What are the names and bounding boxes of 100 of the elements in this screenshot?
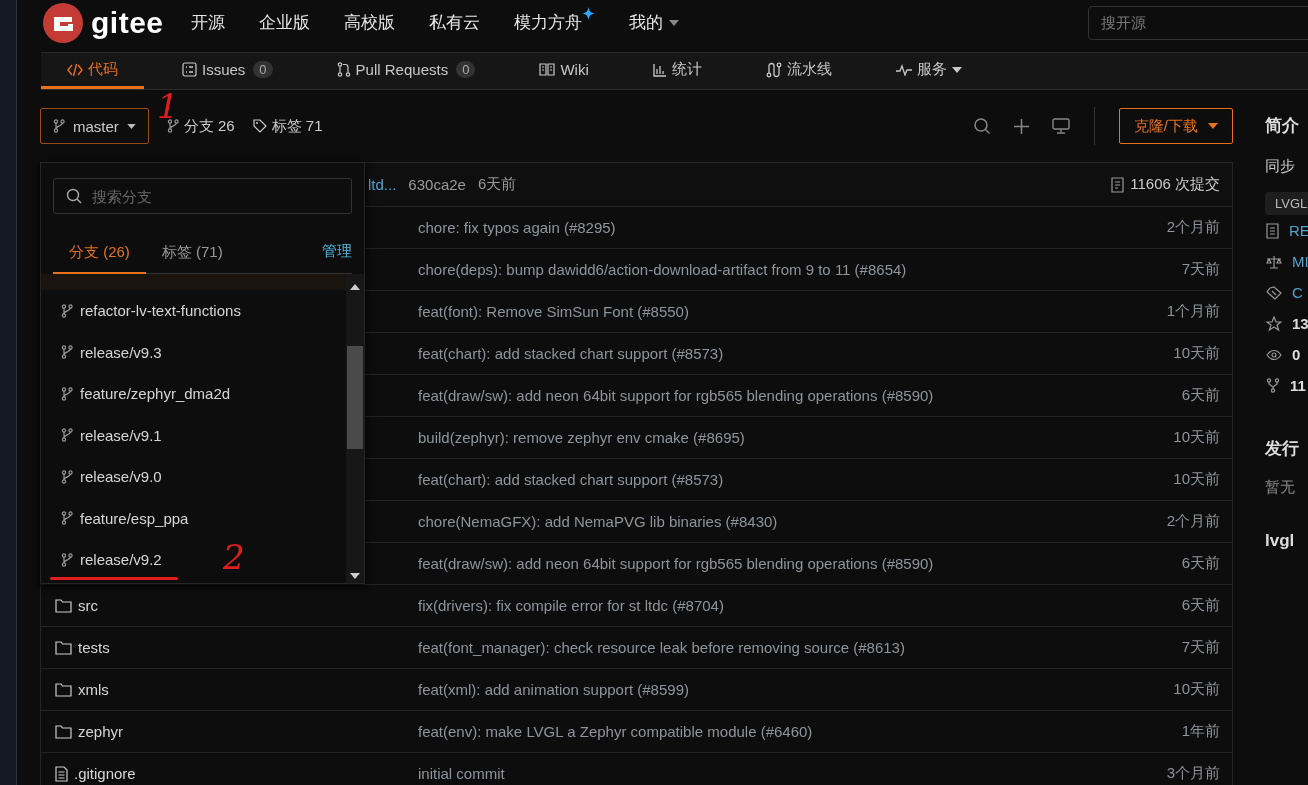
commit-message-link[interactable]: feat(env): make LVGL a Zephyr compatible module (#6460)	[418, 723, 813, 740]
repo-tab[interactable]: Wiki	[513, 53, 615, 89]
bar-chart-icon	[652, 62, 667, 77]
sidebar-link[interactable]: MI	[1292, 253, 1308, 270]
monitor-icon[interactable]	[1051, 118, 1070, 134]
branch-selector[interactable]: master	[40, 108, 149, 144]
search-field[interactable]: 搜开源	[1088, 5, 1308, 40]
branch-item[interactable]: release/v9.1	[61, 426, 162, 444]
repo-tab[interactable]: Pull Requests 0	[310, 53, 502, 89]
clone-download-button[interactable]: 克隆/下载	[1118, 108, 1233, 144]
tag-icon	[252, 119, 267, 133]
commit-time: 2个月前	[1166, 512, 1220, 531]
repo-tab[interactable]: 统计	[626, 53, 728, 89]
branch-icon	[61, 511, 73, 526]
pipeline-icon	[765, 61, 782, 78]
folder-icon	[55, 598, 72, 613]
commit-message-link[interactable]: fix(drivers): fix compile error for st ltdc (#8704)	[418, 597, 724, 614]
commit-message-link[interactable]: feat(draw/sw): add neon 64bit support for rgb565 blending operations (#8590)	[418, 387, 934, 404]
branch-item[interactable]: feature/zephyr_dma2d	[61, 385, 231, 403]
file-name-link[interactable]: xmls	[78, 681, 109, 698]
file-name-link[interactable]: zephyr	[78, 723, 124, 740]
tags-link[interactable]: 标签 71	[252, 116, 323, 136]
commit-time: 6天前	[1181, 596, 1220, 615]
count-badge: 0	[253, 61, 273, 78]
commit-hash[interactable]: 630ca2e	[408, 176, 466, 193]
count-badge: 0	[456, 61, 476, 78]
commit-time: 6天前	[1181, 554, 1220, 573]
nav-link[interactable]: 高校版	[343, 11, 395, 34]
logo-icon[interactable]	[43, 2, 83, 43]
stat-count[interactable]: 11	[1290, 377, 1306, 394]
commit-time: 1年前	[1181, 722, 1220, 741]
commit-message-link[interactable]: chore(NemaGFX): add NemaPVG lib binaries (#8430)	[418, 513, 778, 530]
branch-item[interactable]: refactor-lv-text-functions	[61, 302, 241, 320]
commit-time: 2个月前	[1166, 218, 1220, 237]
section-title: lvgl	[1265, 531, 1295, 551]
stat-count[interactable]: 0	[1292, 346, 1301, 363]
commit-time: 10天前	[1173, 680, 1220, 699]
branch-item[interactable]: feature/esp_ppa	[61, 509, 189, 527]
commit-message-link[interactable]: build(zephyr): remove zephyr env cmake (#8695)	[418, 429, 745, 446]
commit-message-link[interactable]: feat(font): Remove SimSun Font (#8550)	[418, 303, 689, 320]
stat-count[interactable]: 13	[1292, 315, 1308, 332]
branch-item[interactable]: release/v9.3	[61, 343, 162, 361]
dropdown-tab[interactable]: 标签 (71)	[145, 243, 239, 275]
caret-icon	[668, 19, 679, 26]
commit-message-link[interactable]: chore: fix typos again (#8295)	[418, 219, 616, 236]
pull-request-icon	[336, 62, 351, 77]
search-icon[interactable]	[972, 117, 991, 135]
nav-link[interactable]: 企业版	[258, 11, 310, 34]
commit-time: 6天前	[1181, 386, 1220, 405]
scrollbar-thumb[interactable]	[347, 346, 363, 449]
section-title: 简介	[1265, 115, 1299, 137]
commit-message-link[interactable]: feat(xml): add animation support (#8599)	[418, 681, 689, 698]
annotation-mark: 1	[157, 89, 179, 123]
caret-icon	[126, 123, 136, 129]
nav-link[interactable]: 我的	[628, 11, 679, 34]
branch-item[interactable]: release/v9.0	[61, 468, 162, 486]
branch-search-field[interactable]: 搜索分支	[53, 178, 352, 214]
star-icon	[1266, 315, 1282, 332]
commit-message-link[interactable]: feat(font_manager): check resource leak before removing source (#8613)	[418, 639, 905, 656]
sidebar-link[interactable]: C	[1292, 284, 1303, 301]
branch-icon	[61, 469, 73, 484]
repo-tab[interactable]: 服务	[869, 53, 988, 89]
commit-time: 7天前	[1181, 260, 1220, 279]
folder-icon	[55, 640, 72, 655]
commit-message-link[interactable]: chore(deps): bump dawidd6/action-download-artifact from 9 to 11 (#8654)	[418, 261, 907, 278]
commit-message-link[interactable]: feat(chart): add stacked chart support (#8573)	[418, 345, 724, 362]
commit-time: 3个月前	[1166, 764, 1220, 783]
commit-time: 1个月前	[1166, 302, 1220, 321]
nav-link[interactable]: 私有云	[428, 11, 480, 34]
section-title: 发行	[1265, 438, 1299, 460]
file-name-link[interactable]: tests	[78, 639, 110, 656]
checklist-icon	[182, 62, 197, 77]
nav-link[interactable]: 开源	[190, 11, 225, 34]
repo-tab[interactable]: 代码	[41, 53, 144, 89]
repo-tab[interactable]: Issues 0	[156, 53, 299, 89]
commit-message-link[interactable]: ltd...	[368, 176, 397, 193]
commit-time: 6天前	[477, 175, 517, 194]
description-text: 同步	[1265, 157, 1295, 176]
book-icon	[539, 63, 556, 76]
file-name-link[interactable]: .gitignore	[74, 765, 136, 782]
commit-message-link[interactable]: initial commit	[418, 765, 505, 782]
scroll-up-icon[interactable]	[350, 284, 360, 290]
manage-link[interactable]: 管理	[322, 242, 352, 273]
logo-text[interactable]: gitee	[91, 5, 164, 40]
plus-icon[interactable]	[1012, 117, 1030, 135]
scrollbar[interactable]	[346, 274, 364, 583]
file-name-link[interactable]: src	[78, 597, 98, 614]
eye-icon	[1266, 348, 1282, 361]
repo-tab[interactable]: 流水线	[739, 53, 858, 89]
commit-count-link[interactable]: 11606 次提交	[1111, 175, 1220, 194]
scroll-down-icon[interactable]	[350, 573, 360, 579]
branch-icon	[61, 552, 73, 567]
document-icon	[1266, 222, 1279, 239]
branch-item[interactable]: release/v9.2	[61, 551, 162, 569]
pulse-icon	[895, 63, 912, 76]
commit-message-link[interactable]: feat(draw/sw): add neon 64bit support for rgb565 blending operations (#8590)	[418, 555, 934, 572]
commit-time: 7天前	[1181, 638, 1220, 657]
nav-link[interactable]: 模力方舟	[513, 11, 595, 34]
commit-message-link[interactable]: feat(chart): add stacked chart support (#8573)	[418, 471, 724, 488]
topic-tag[interactable]: LVGL	[1265, 192, 1308, 215]
